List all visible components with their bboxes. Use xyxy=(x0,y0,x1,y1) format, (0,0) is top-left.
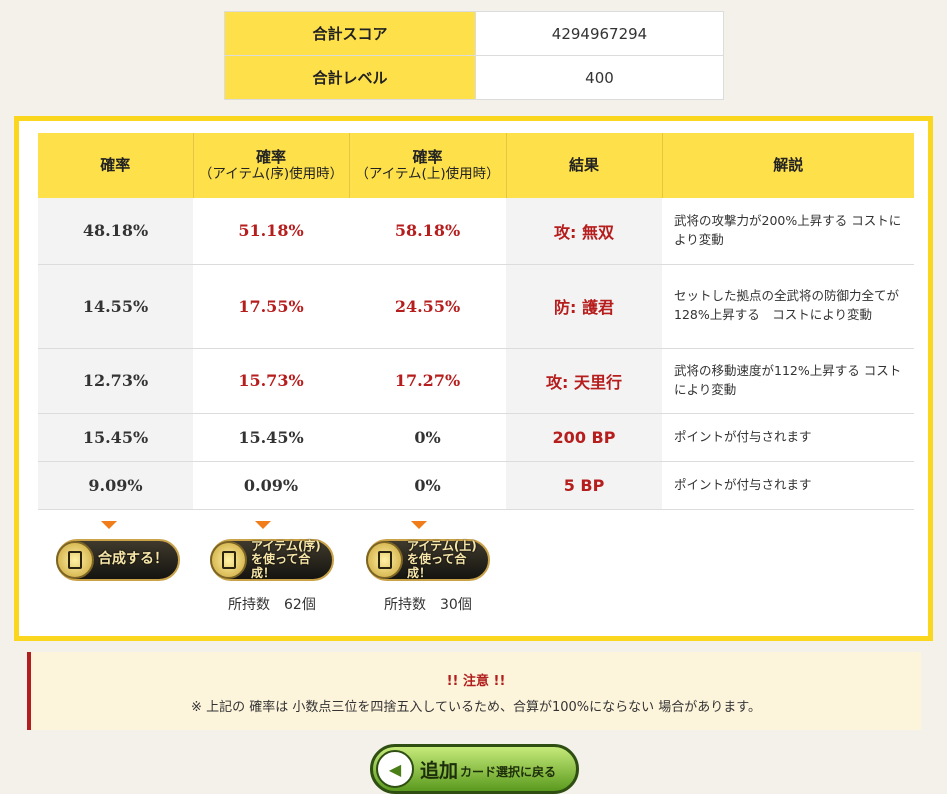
fuse-with-item-high-label: アイテム(上) を使って合成！ xyxy=(407,539,477,580)
probability-item-low-cell: 51.18% xyxy=(193,198,349,265)
total-level-value: 400 xyxy=(475,55,724,100)
total-score-label: 合計スコア xyxy=(224,11,476,56)
table-row: 14.55% 17.55% 24.55% 防: 護君 セットした拠点の全武将の防… xyxy=(38,264,914,349)
probability-cell: 14.55% xyxy=(38,264,193,349)
probability-item-high-cell: 58.18% xyxy=(349,198,506,265)
table-header: 確率 確率 （アイテム(序)使用時） 確率 （アイテム(上)使用時） 結果 解説 xyxy=(38,133,914,198)
result-cell: 5 BP xyxy=(506,461,662,510)
probability-cell: 9.09% xyxy=(38,461,193,510)
probability-item-high-cell: 0% xyxy=(349,413,506,462)
dropdown-arrow-icon xyxy=(411,521,427,529)
owned-count-item-high: 所持数 30個 xyxy=(384,597,472,613)
dropdown-arrow-icon xyxy=(101,521,117,529)
owned-count-item-low: 所持数 62個 xyxy=(228,597,316,613)
notice-title: !! 注意 !! xyxy=(446,674,506,689)
fuse-with-item-low-label: アイテム(序) を使って合成！ xyxy=(251,539,321,580)
result-cell: 攻: 天里行 xyxy=(506,348,662,414)
fuse-button-label: 合成する！ xyxy=(98,551,168,568)
notice-message: ※ 上記の 確率は 小数点三位を四捨五入しているため、合算が100%にならない … xyxy=(191,700,761,715)
back-button-label-small: カード選択に戻る xyxy=(460,764,557,779)
notice-box: !! 注意 !! ※ 上記の 確率は 小数点三位を四捨五入しているため、合算が1… xyxy=(27,652,921,730)
fuse-with-item-low-button[interactable]: アイテム(序) を使って合成！ xyxy=(210,539,334,581)
probability-cell: 15.45% xyxy=(38,413,193,462)
probability-cell: 12.73% xyxy=(38,348,193,414)
table-row: 9.09% 0.09% 0% 5 BP ポイントが付与されます xyxy=(38,461,914,510)
description-cell: セットした拠点の全武将の防御力全てが128%上昇する コストにより変動 xyxy=(662,264,914,349)
item-card-icon xyxy=(210,541,248,579)
probability-item-high-cell: 17.27% xyxy=(349,348,506,414)
header-description: 解説 xyxy=(662,133,914,198)
probability-table: 確率 確率 （アイテム(序)使用時） 確率 （アイテム(上)使用時） 結果 解説 4… xyxy=(38,133,914,510)
description-cell: 武将の移動速度が112%上昇する コストにより変動 xyxy=(662,348,914,414)
description-cell: 武将の攻撃力が200%上昇する コストにより変動 xyxy=(662,198,914,265)
table-row: 12.73% 15.73% 17.27% 攻: 天里行 武将の移動速度が112%… xyxy=(38,348,914,414)
probability-item-low-cell: 15.73% xyxy=(193,348,349,414)
probability-item-low-cell: 0.09% xyxy=(193,461,349,510)
summary-table: 合計スコア 4294967294 合計レベル 400 xyxy=(224,11,724,100)
result-cell: 防: 護君 xyxy=(506,264,662,349)
result-cell: 攻: 無双 xyxy=(506,198,662,265)
fuse-button[interactable]: 合成する！ xyxy=(56,539,180,581)
header-probability-item-high: 確率 （アイテム(上)使用時） xyxy=(349,133,507,198)
table-row: 15.45% 15.45% 0% 200 BP ポイントが付与されます xyxy=(38,413,914,462)
summary-row-score: 合計スコア 4294967294 xyxy=(224,11,724,56)
probability-item-low-cell: 17.55% xyxy=(193,264,349,349)
back-to-card-selection-button[interactable]: ◀ 追加 カード選択に戻る xyxy=(370,744,579,794)
fusion-probability-panel: 確率 確率 （アイテム(序)使用時） 確率 （アイテム(上)使用時） 結果 解説 4… xyxy=(14,116,933,641)
item-card-icon xyxy=(366,541,404,579)
probability-item-low-cell: 15.45% xyxy=(193,413,349,462)
dropdown-arrow-icon xyxy=(255,521,271,529)
probability-item-high-cell: 0% xyxy=(349,461,506,510)
back-button-label-big: 追加 xyxy=(420,759,459,782)
summary-row-level: 合計レベル 400 xyxy=(224,55,724,100)
fuse-with-item-high-button[interactable]: アイテム(上) を使って合成！ xyxy=(366,539,490,581)
card-icon xyxy=(56,541,94,579)
result-cell: 200 BP xyxy=(506,413,662,462)
header-result: 結果 xyxy=(506,133,663,198)
header-probability: 確率 xyxy=(38,133,194,198)
probability-cell: 48.18% xyxy=(38,198,193,265)
total-score-value: 4294967294 xyxy=(475,11,724,56)
description-cell: ポイントが付与されます xyxy=(662,413,914,462)
total-level-label: 合計レベル xyxy=(224,55,476,100)
description-cell: ポイントが付与されます xyxy=(662,461,914,510)
probability-item-high-cell: 24.55% xyxy=(349,264,506,349)
back-arrow-icon: ◀ xyxy=(376,750,414,788)
header-probability-item-low: 確率 （アイテム(序)使用時） xyxy=(193,133,350,198)
table-row: 48.18% 51.18% 58.18% 攻: 無双 武将の攻撃力が200%上昇… xyxy=(38,198,914,265)
